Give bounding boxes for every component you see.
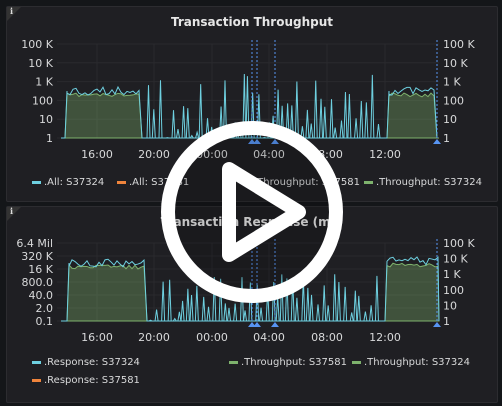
series-spike bbox=[370, 74, 375, 139]
y-tick-label: 40.0 bbox=[29, 289, 54, 302]
series-spike bbox=[349, 312, 354, 322]
series-spike bbox=[364, 102, 369, 139]
y-tick-label: 320 K bbox=[21, 250, 53, 263]
y2-tick-label: 100 bbox=[443, 94, 464, 107]
x-tick-label: 04:00 bbox=[253, 331, 285, 344]
y-tick-label: 1 K bbox=[35, 76, 53, 89]
series-spike bbox=[206, 306, 211, 322]
legend-swatch bbox=[229, 360, 238, 364]
y2-tick-label: 1 K bbox=[443, 76, 461, 89]
x-tick-label: 00:00 bbox=[196, 331, 228, 344]
legend-item[interactable]: .Throughput: S37581 bbox=[229, 357, 347, 368]
series-spike bbox=[177, 311, 182, 322]
y-tick-label: 100 K bbox=[21, 38, 53, 51]
series-spike bbox=[259, 307, 264, 322]
y2-tick-label: 100 K bbox=[443, 38, 475, 51]
y-tick-label: 16 K bbox=[28, 263, 53, 276]
y2-tick-label: 10 K bbox=[443, 57, 468, 70]
legend-swatch bbox=[32, 180, 41, 184]
series-spike bbox=[223, 303, 228, 322]
y2-tick-label: 10 bbox=[443, 113, 457, 126]
legend-item[interactable]: .Response: S37581 bbox=[32, 375, 140, 386]
series-spike bbox=[374, 275, 379, 322]
play-icon[interactable] bbox=[159, 119, 345, 305]
x-tick-label: 12:00 bbox=[369, 331, 401, 344]
y-tick-label: 1 bbox=[46, 132, 53, 145]
y2-tick-label: 1 bbox=[443, 132, 450, 145]
legend-swatch bbox=[117, 180, 126, 184]
y-tick-label: 800.0 bbox=[22, 276, 54, 289]
x-tick-label: 12:00 bbox=[369, 148, 401, 161]
series-spike bbox=[363, 311, 368, 322]
legend-item[interactable]: .All: S37324 bbox=[32, 177, 104, 188]
annotation-marker bbox=[433, 322, 441, 327]
x-tick-label: 20:00 bbox=[138, 331, 170, 344]
x-tick-label: 16:00 bbox=[81, 331, 113, 344]
legend-item[interactable]: .Response: S37324 bbox=[32, 357, 140, 368]
y2-tick-label: 10 bbox=[443, 299, 457, 312]
series-spike bbox=[227, 307, 231, 322]
x-tick-label: 16:00 bbox=[81, 148, 113, 161]
y-tick-label: 0.1 bbox=[36, 315, 54, 328]
y2-tick-label: 100 K bbox=[443, 237, 475, 250]
series-spike bbox=[154, 309, 159, 322]
y2-tick-label: 1 bbox=[443, 315, 450, 328]
legend-swatch bbox=[32, 378, 41, 382]
y2-tick-label: 10 K bbox=[443, 253, 468, 266]
legend-swatch bbox=[364, 180, 373, 184]
y-tick-label: 6.4 Mil bbox=[16, 237, 53, 250]
legend-swatch bbox=[32, 360, 41, 364]
y2-tick-label: 100 bbox=[443, 284, 464, 297]
annotation-marker bbox=[433, 139, 441, 144]
series-spike bbox=[233, 303, 238, 322]
series-spike bbox=[354, 118, 359, 139]
annotation-marker bbox=[271, 322, 279, 327]
series-spike bbox=[243, 310, 248, 322]
y2-tick-label: 1 K bbox=[443, 268, 461, 281]
legend-swatch bbox=[352, 360, 361, 364]
y-tick-label: 2.0 bbox=[36, 302, 54, 315]
annotation-marker bbox=[253, 322, 261, 327]
series-spike bbox=[146, 85, 151, 139]
legend-item[interactable]: .Throughput: S37324 bbox=[352, 357, 470, 368]
y-tick-label: 100 bbox=[32, 94, 53, 107]
y-tick-label: 10 K bbox=[28, 57, 53, 70]
series-spike bbox=[376, 123, 381, 139]
series-spike bbox=[316, 304, 321, 322]
y-tick-label: 10 bbox=[39, 113, 53, 126]
x-tick-label: 08:00 bbox=[311, 331, 343, 344]
legend-item[interactable]: .Throughput: S37324 bbox=[364, 177, 482, 188]
